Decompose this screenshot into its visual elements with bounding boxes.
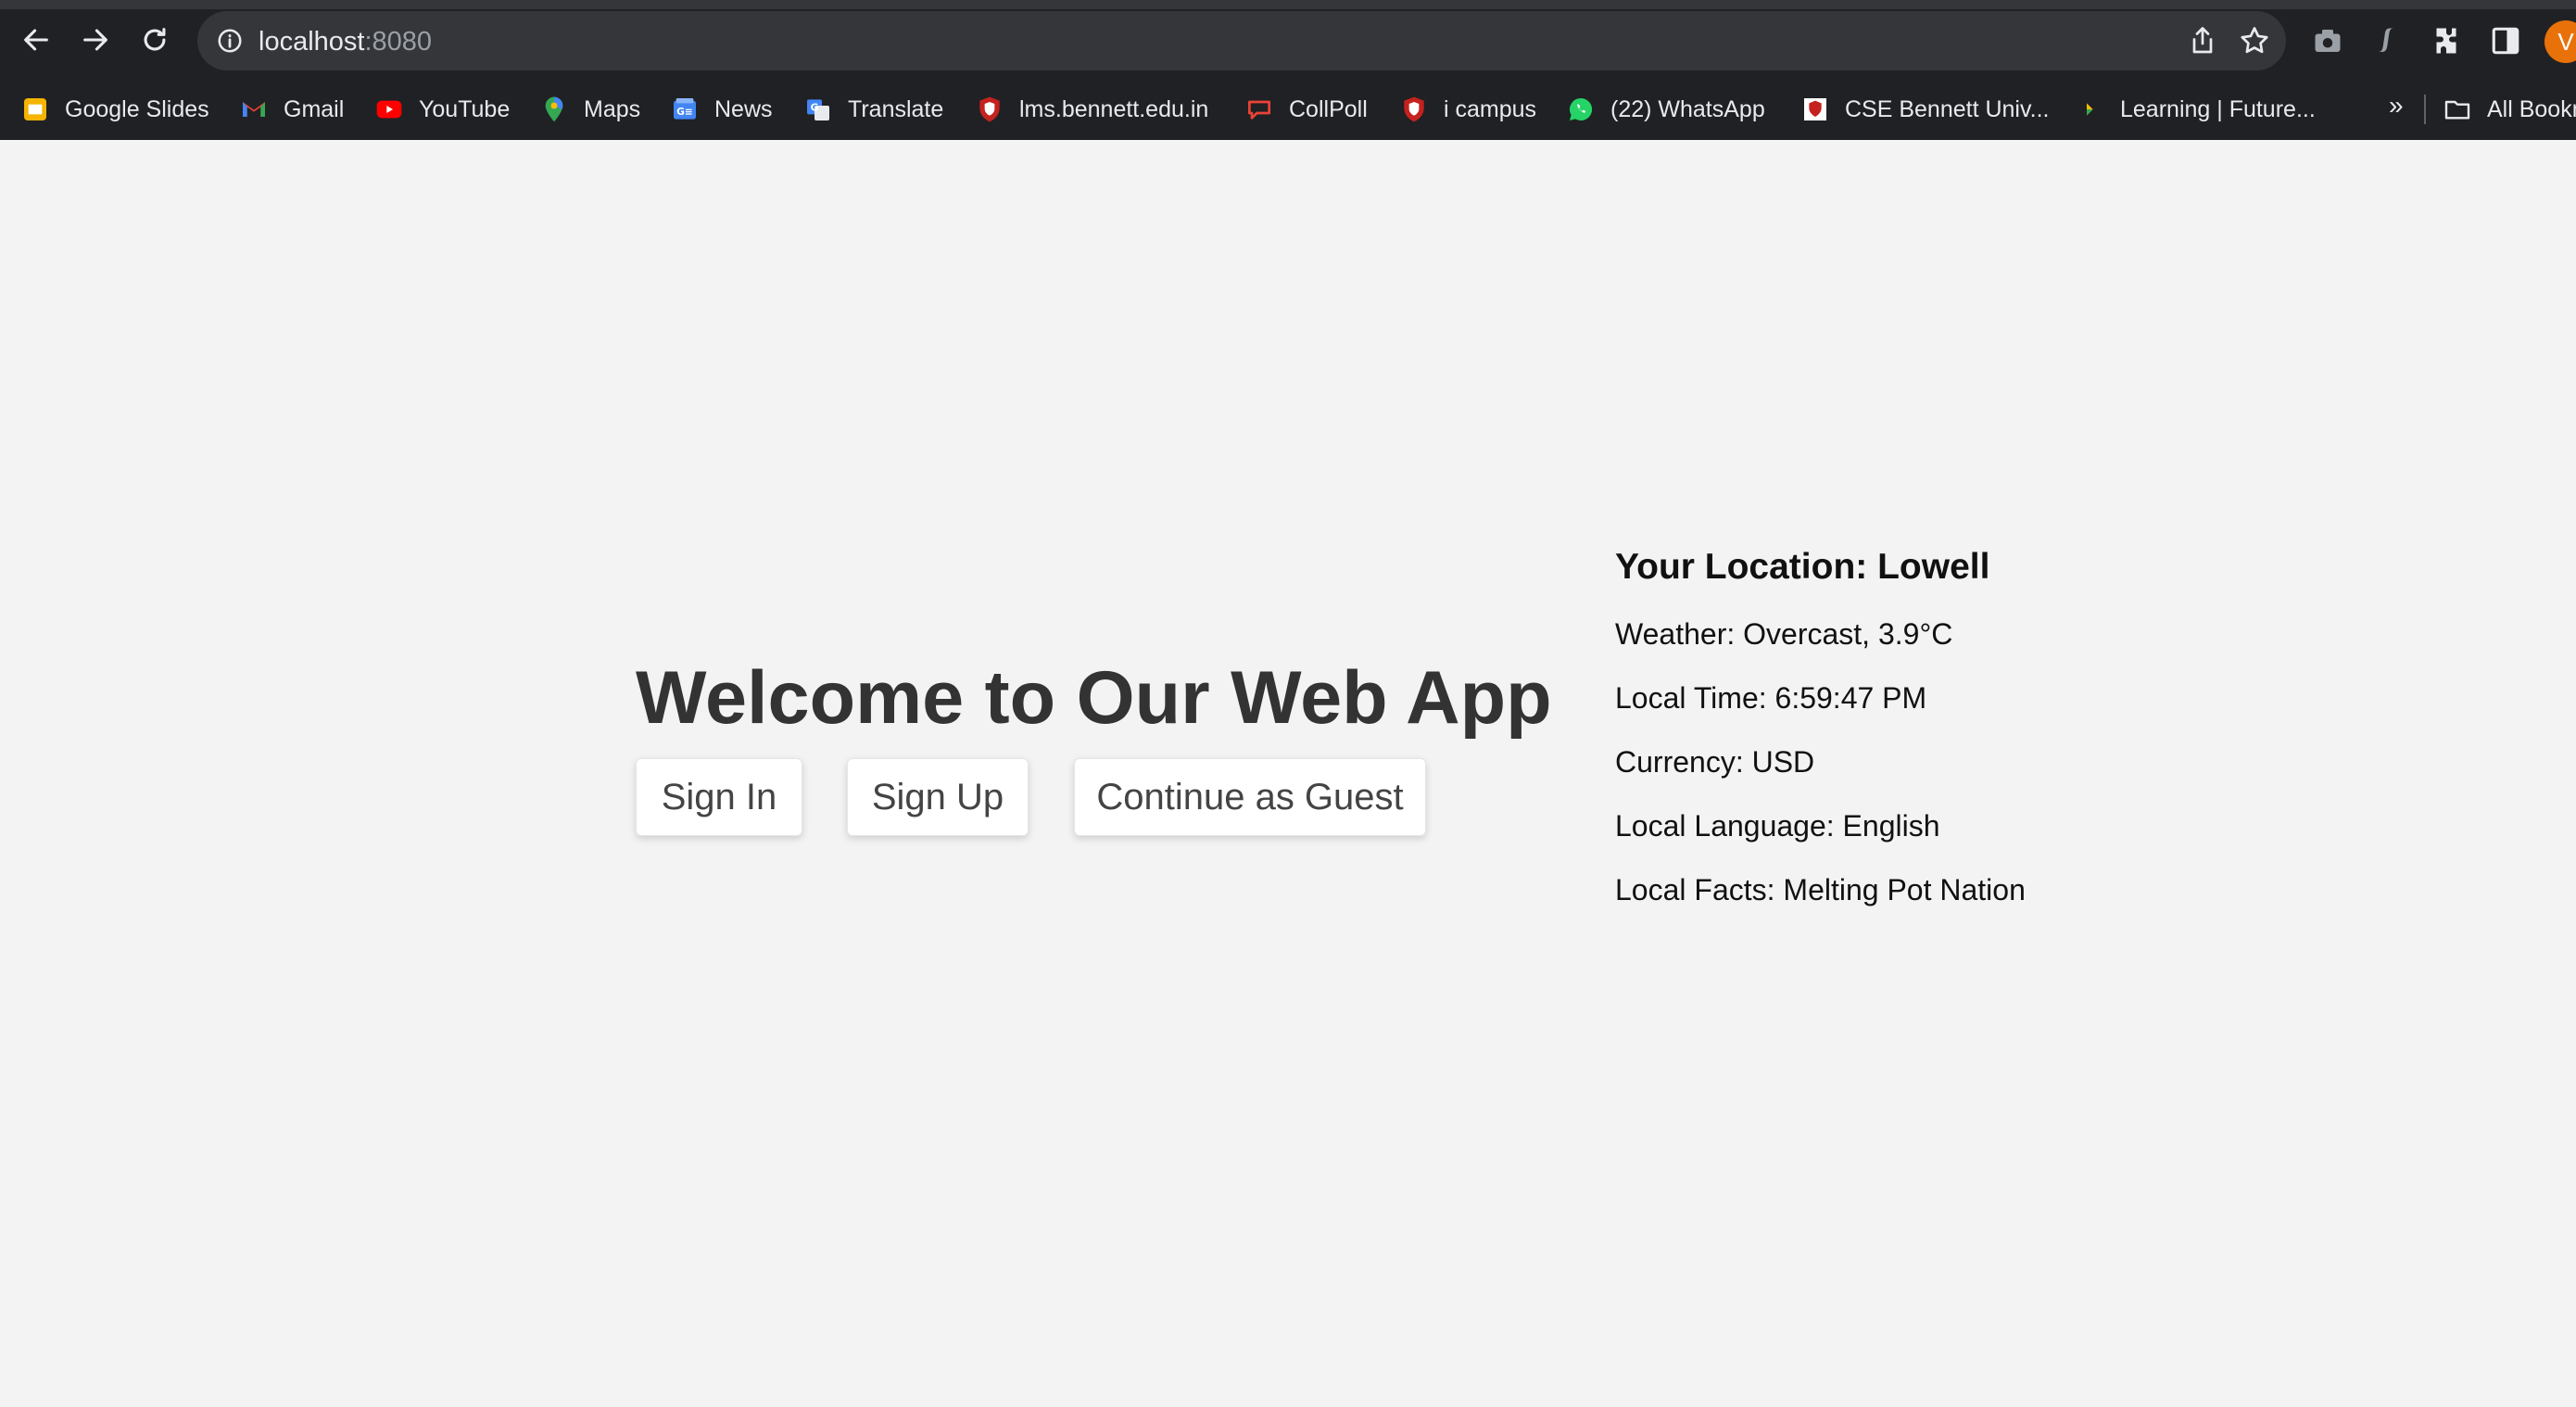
url-port: :8080 [364, 27, 433, 57]
camera-extension-button[interactable] [2309, 22, 2346, 59]
all-bookmarks-label: All Bookmarks [2487, 95, 2576, 122]
bookmark-label: Translate [848, 95, 944, 122]
bookmarks-overflow-button[interactable]: » [2389, 91, 2404, 120]
local-time-info: Local Time: 6:59:47 PM [1615, 681, 1927, 715]
currency-info: Currency: USD [1615, 745, 1815, 779]
puzzle-icon [2436, 28, 2456, 54]
translate-icon: G [803, 95, 833, 124]
bennett-shield-icon [1399, 95, 1429, 124]
camera-icon [2315, 30, 2341, 52]
side-panel-icon [2492, 27, 2519, 55]
share-icon[interactable] [2186, 24, 2219, 57]
whatsapp-icon [1566, 95, 1596, 124]
bookmark-label: Maps [584, 95, 641, 122]
bookmark-lms-bennett[interactable]: lms.bennett.edu.in [975, 87, 1208, 132]
bookmark-news[interactable]: G≡ News [670, 87, 773, 132]
forward-button[interactable] [72, 17, 119, 63]
reload-icon [144, 28, 166, 51]
script-extension-icon [2378, 28, 2393, 52]
url-text[interactable]: localhost:8080 [259, 27, 432, 57]
reload-button[interactable] [132, 17, 178, 63]
continue-as-guest-button[interactable]: Continue as Guest [1074, 758, 1426, 836]
bennett-shield-icon [1800, 95, 1830, 124]
bookmark-cse-bennett[interactable]: CSE Bennett Univ... [1800, 87, 2049, 132]
bookmarks-bar: Google Slides Gmail YouTube Maps G≡ News… [0, 87, 2576, 132]
back-button[interactable] [13, 17, 59, 63]
slides-icon [20, 95, 50, 124]
url-host: localhost [259, 27, 365, 57]
extensions-button[interactable] [2428, 22, 2465, 59]
bookmark-label: Google Slides [65, 95, 209, 122]
welcome-title: Welcome to Our Web App [636, 656, 1552, 740]
tab-strip [0, 0, 2576, 9]
location-heading: Your Location: Lowell [1615, 547, 1990, 587]
address-bar[interactable]: localhost:8080 [197, 11, 2286, 70]
bookmark-label: i campus [1444, 95, 1537, 122]
collpoll-icon [1244, 95, 1274, 124]
bookmark-label: YouTube [419, 95, 511, 122]
star-icon[interactable] [2238, 24, 2271, 57]
profile-avatar[interactable]: V [2544, 20, 2576, 63]
bookmark-label: (22) WhatsApp [1610, 95, 1765, 122]
language-info: Local Language: English [1615, 809, 1940, 843]
sign-in-button[interactable]: Sign In [636, 758, 802, 836]
arrow-left-icon [24, 29, 48, 51]
weather-info: Weather: Overcast, 3.9°C [1615, 617, 1953, 651]
bookmarks-divider [2424, 95, 2426, 124]
bookmark-translate[interactable]: G Translate [803, 87, 943, 132]
folder-icon [2443, 95, 2472, 124]
bennett-shield-icon [975, 95, 1004, 124]
bookmark-label: CSE Bennett Univ... [1845, 95, 2050, 122]
bookmark-label: Gmail [284, 95, 345, 122]
svg-text:G: G [811, 101, 819, 113]
bookmark-i-campus[interactable]: i campus [1399, 87, 1536, 132]
news-icon: G≡ [670, 95, 700, 124]
info-icon[interactable] [216, 27, 244, 55]
bookmark-gmail[interactable]: Gmail [239, 87, 344, 132]
bookmark-whatsapp[interactable]: (22) WhatsApp [1566, 87, 1765, 132]
arrow-right-icon [83, 29, 107, 51]
browser-chrome: localhost:8080 V Google Slides Gmail You… [0, 0, 2576, 140]
gmail-icon [239, 95, 269, 124]
bookmark-maps[interactable]: Maps [539, 87, 640, 132]
bookmark-collpoll[interactable]: CollPoll [1244, 87, 1368, 132]
sign-up-button[interactable]: Sign Up [847, 758, 1029, 836]
bookmark-learning[interactable]: Learning | Future... [2076, 87, 2316, 132]
maps-icon [539, 95, 569, 124]
local-facts-info: Local Facts: Melting Pot Nation [1615, 873, 2026, 906]
all-bookmarks-button[interactable]: All Bookmarks [2443, 87, 2576, 132]
svg-text:G≡: G≡ [676, 106, 693, 118]
learning-icon [2076, 95, 2105, 124]
bookmark-google-slides[interactable]: Google Slides [20, 87, 209, 132]
bookmark-label: lms.bennett.edu.in [1019, 95, 1209, 122]
bookmark-youtube[interactable]: YouTube [374, 87, 510, 132]
location-info-panel: Your Location: Lowell Weather: Overcast,… [1615, 547, 2026, 935]
bookmark-label: CollPoll [1289, 95, 1368, 122]
bookmark-label: Learning | Future... [2120, 95, 2316, 122]
side-panel-button[interactable] [2487, 22, 2524, 59]
bookmark-label: News [714, 95, 773, 122]
youtube-icon [374, 95, 404, 124]
script-extension-button[interactable] [2367, 22, 2404, 59]
